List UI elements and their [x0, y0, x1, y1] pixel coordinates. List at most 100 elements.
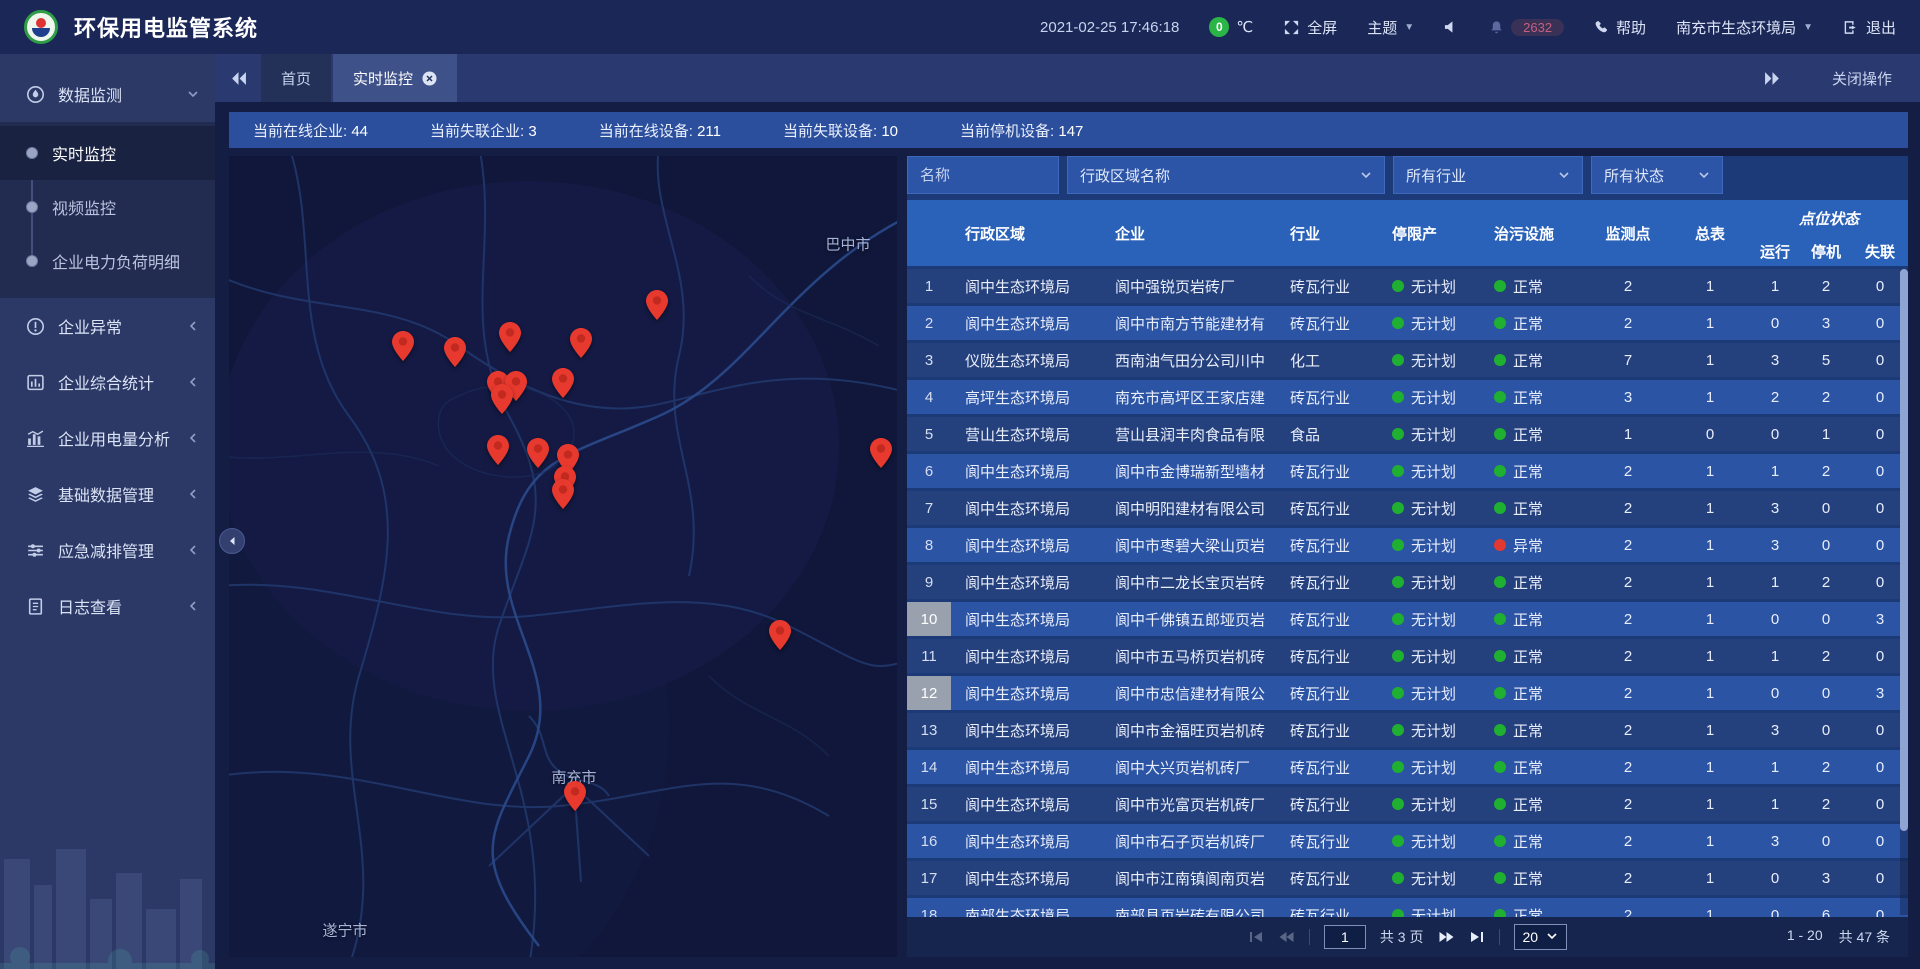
table-row[interactable]: 4高坪生态环境局南充市高坪区王家店建砖瓦行业无计划正常31220: [907, 380, 1908, 414]
map-pin-icon[interactable]: [564, 781, 586, 811]
cell-meters: 1: [1670, 824, 1750, 858]
status-text: 无计划: [1411, 831, 1456, 852]
map-collapse-button[interactable]: [219, 528, 245, 554]
status-dot-icon: [1494, 391, 1506, 403]
cell-limit: 无计划: [1378, 343, 1480, 377]
table-row[interactable]: 7阆中生态环境局阆中明阳建材有限公司砖瓦行业无计划正常21300: [907, 491, 1908, 525]
next-page-button[interactable]: [1438, 931, 1455, 943]
speaker-button[interactable]: [1444, 20, 1459, 34]
table-scrollbar[interactable]: [1900, 269, 1908, 915]
table-row[interactable]: 12阆中生态环境局阆中市忠信建材有限公砖瓦行业无计划正常21003: [907, 676, 1908, 710]
stats-bar: 当前在线企业: 44当前失联企业: 3当前在线设备: 211当前失联设备: 10…: [229, 112, 1908, 148]
map-pin-icon[interactable]: [870, 438, 892, 468]
chart-icon: [26, 429, 45, 448]
tab-close-icon[interactable]: [422, 71, 437, 86]
sidebar-item-data-monitor[interactable]: 数据监测: [0, 66, 215, 122]
region-filter-select[interactable]: 行政区域名称: [1067, 156, 1385, 194]
name-filter-input[interactable]: [907, 156, 1059, 194]
map-pin-icon[interactable]: [646, 290, 668, 320]
cell-stop: 3: [1800, 306, 1852, 340]
status-dot-icon: [1392, 539, 1404, 551]
cell-limit: 无计划: [1378, 861, 1480, 895]
scrollbar-thumb[interactable]: [1900, 269, 1908, 831]
fullscreen-button[interactable]: 全屏: [1283, 17, 1337, 38]
log-icon: [26, 597, 45, 616]
sidebar-subitem-label: 实时监控: [52, 141, 116, 165]
table-row[interactable]: 17阆中生态环境局阆中市江南镇阆南页岩砖瓦行业无计划正常21030: [907, 861, 1908, 895]
cell-points: 2: [1586, 269, 1670, 303]
tabs-scroll-left-icon[interactable]: [215, 54, 261, 102]
table-row[interactable]: 11阆中生态环境局阆中市五马桥页岩机砖砖瓦行业无计划正常21120: [907, 639, 1908, 673]
first-page-button[interactable]: [1248, 931, 1264, 943]
table-row[interactable]: 2阆中生态环境局阆中市南方节能建材有砖瓦行业无计划正常21030: [907, 306, 1908, 340]
sidebar-item-enterprise-stats[interactable]: 企业综合统计: [0, 354, 215, 410]
sidebar-item-emergency-reduction[interactable]: 应急减排管理: [0, 522, 215, 578]
cell-points: 2: [1586, 713, 1670, 747]
speaker-icon: [1444, 20, 1459, 34]
table-row[interactable]: 5营山生态环境局营山县润丰肉食品有限食品无计划正常10010: [907, 417, 1908, 451]
notifications-button[interactable]: 2632: [1489, 19, 1564, 36]
status-dot-icon: [1494, 909, 1506, 917]
industry-filter-select[interactable]: 所有行业: [1393, 156, 1583, 194]
map-pin-icon[interactable]: [552, 479, 574, 509]
table-row[interactable]: 8阆中生态环境局阆中市枣碧大梁山页岩砖瓦行业无计划异常21300: [907, 528, 1908, 562]
page-size-select[interactable]: 20: [1514, 924, 1568, 950]
tabs-scroll-right-icon[interactable]: [1750, 71, 1796, 86]
table-row[interactable]: 9阆中生态环境局阆中市二龙长宝页岩砖砖瓦行业无计划正常21120: [907, 565, 1908, 599]
status-filter-select[interactable]: 所有状态: [1591, 156, 1723, 194]
sliders-icon: [26, 541, 45, 560]
map-pin-icon[interactable]: [527, 438, 549, 468]
help-button[interactable]: 帮助: [1594, 17, 1646, 38]
table-row[interactable]: 6阆中生态环境局阆中市金博瑞新型墙材砖瓦行业无计划正常21120: [907, 454, 1908, 488]
table-row[interactable]: 18南部生态环境局南部县页岩砖有限公司砖瓦行业无计划正常21060: [907, 898, 1908, 917]
table-panel: 行政区域名称 所有行业 所有状态 行政区域企业行业停限: [907, 156, 1908, 957]
status-dot-icon: [1494, 724, 1506, 736]
map-pin-icon[interactable]: [769, 620, 791, 650]
sidebar-subitem-2[interactable]: 企业电力负荷明细: [0, 234, 215, 288]
table-row[interactable]: 10阆中生态环境局阆中千佛镇五郎垭页岩砖瓦行业无计划正常21003: [907, 602, 1908, 636]
cell-stop: 2: [1800, 639, 1852, 673]
status-text: 正常: [1513, 498, 1543, 519]
map-pin-icon[interactable]: [570, 328, 592, 358]
map-pin-icon[interactable]: [487, 435, 509, 465]
table-body: 1阆中生态环境局阆中强锐页岩砖厂砖瓦行业无计划正常211202阆中生态环境局阆中…: [907, 269, 1908, 917]
map-pin-icon[interactable]: [392, 331, 414, 361]
map-pin-icon[interactable]: [444, 337, 466, 367]
cell-company: 阆中强锐页岩砖厂: [1101, 269, 1276, 303]
tab-首页[interactable]: 首页: [261, 54, 331, 102]
status-stat: 当前在线企业: 44: [253, 120, 368, 141]
org-dropdown[interactable]: 南充市生态环境局 ▼: [1676, 17, 1813, 38]
gauge-icon: [26, 85, 45, 104]
theme-dropdown[interactable]: 主题 ▼: [1367, 17, 1414, 38]
table-row[interactable]: 14阆中生态环境局阆中大兴页岩机砖厂砖瓦行业无计划正常21120: [907, 750, 1908, 784]
sidebar-subitem-1[interactable]: 视频监控: [0, 180, 215, 234]
map-pin-icon[interactable]: [491, 384, 513, 414]
cell-facility: 正常: [1480, 454, 1586, 488]
map-pin-icon[interactable]: [552, 368, 574, 398]
map-pin-icon[interactable]: [499, 322, 521, 352]
tab-实时监控[interactable]: 实时监控: [333, 54, 457, 102]
map-panel[interactable]: 巴中市南充市遂宁市: [229, 156, 897, 957]
sidebar-item-power-analysis[interactable]: 企业用电量分析: [0, 410, 215, 466]
map-canvas[interactable]: [229, 156, 897, 957]
status-text: 无计划: [1411, 757, 1456, 778]
cell-company: 阆中市枣碧大梁山页岩: [1101, 528, 1276, 562]
logout-button[interactable]: 退出: [1843, 17, 1896, 38]
table-row[interactable]: 16阆中生态环境局阆中市石子页岩机砖厂砖瓦行业无计划正常21300: [907, 824, 1908, 858]
status-text: 正常: [1513, 387, 1543, 408]
prev-page-button[interactable]: [1278, 931, 1295, 943]
last-page-button[interactable]: [1469, 931, 1485, 943]
table-row[interactable]: 1阆中生态环境局阆中强锐页岩砖厂砖瓦行业无计划正常21120: [907, 269, 1908, 303]
sidebar-item-base-data[interactable]: 基础数据管理: [0, 466, 215, 522]
cell-meters: 1: [1670, 269, 1750, 303]
table-row[interactable]: 3仪陇生态环境局西南油气田分公司川中化工无计划正常71350: [907, 343, 1908, 377]
table-row[interactable]: 13阆中生态环境局阆中市金福旺页岩机砖砖瓦行业无计划正常21300: [907, 713, 1908, 747]
sidebar-item-log-view[interactable]: 日志查看: [0, 578, 215, 634]
close-operations-button[interactable]: 关闭操作: [1832, 68, 1892, 89]
sidebar-item-enterprise-abnormal[interactable]: 企业异常: [0, 298, 215, 354]
sidebar-subitem-0[interactable]: 实时监控: [0, 126, 215, 180]
table-row[interactable]: 15阆中生态环境局阆中市光富页岩机砖厂砖瓦行业无计划正常21120: [907, 787, 1908, 821]
notification-count-badge: 2632: [1511, 19, 1564, 36]
cell-facility: 正常: [1480, 417, 1586, 451]
page-number-input[interactable]: [1324, 925, 1366, 949]
